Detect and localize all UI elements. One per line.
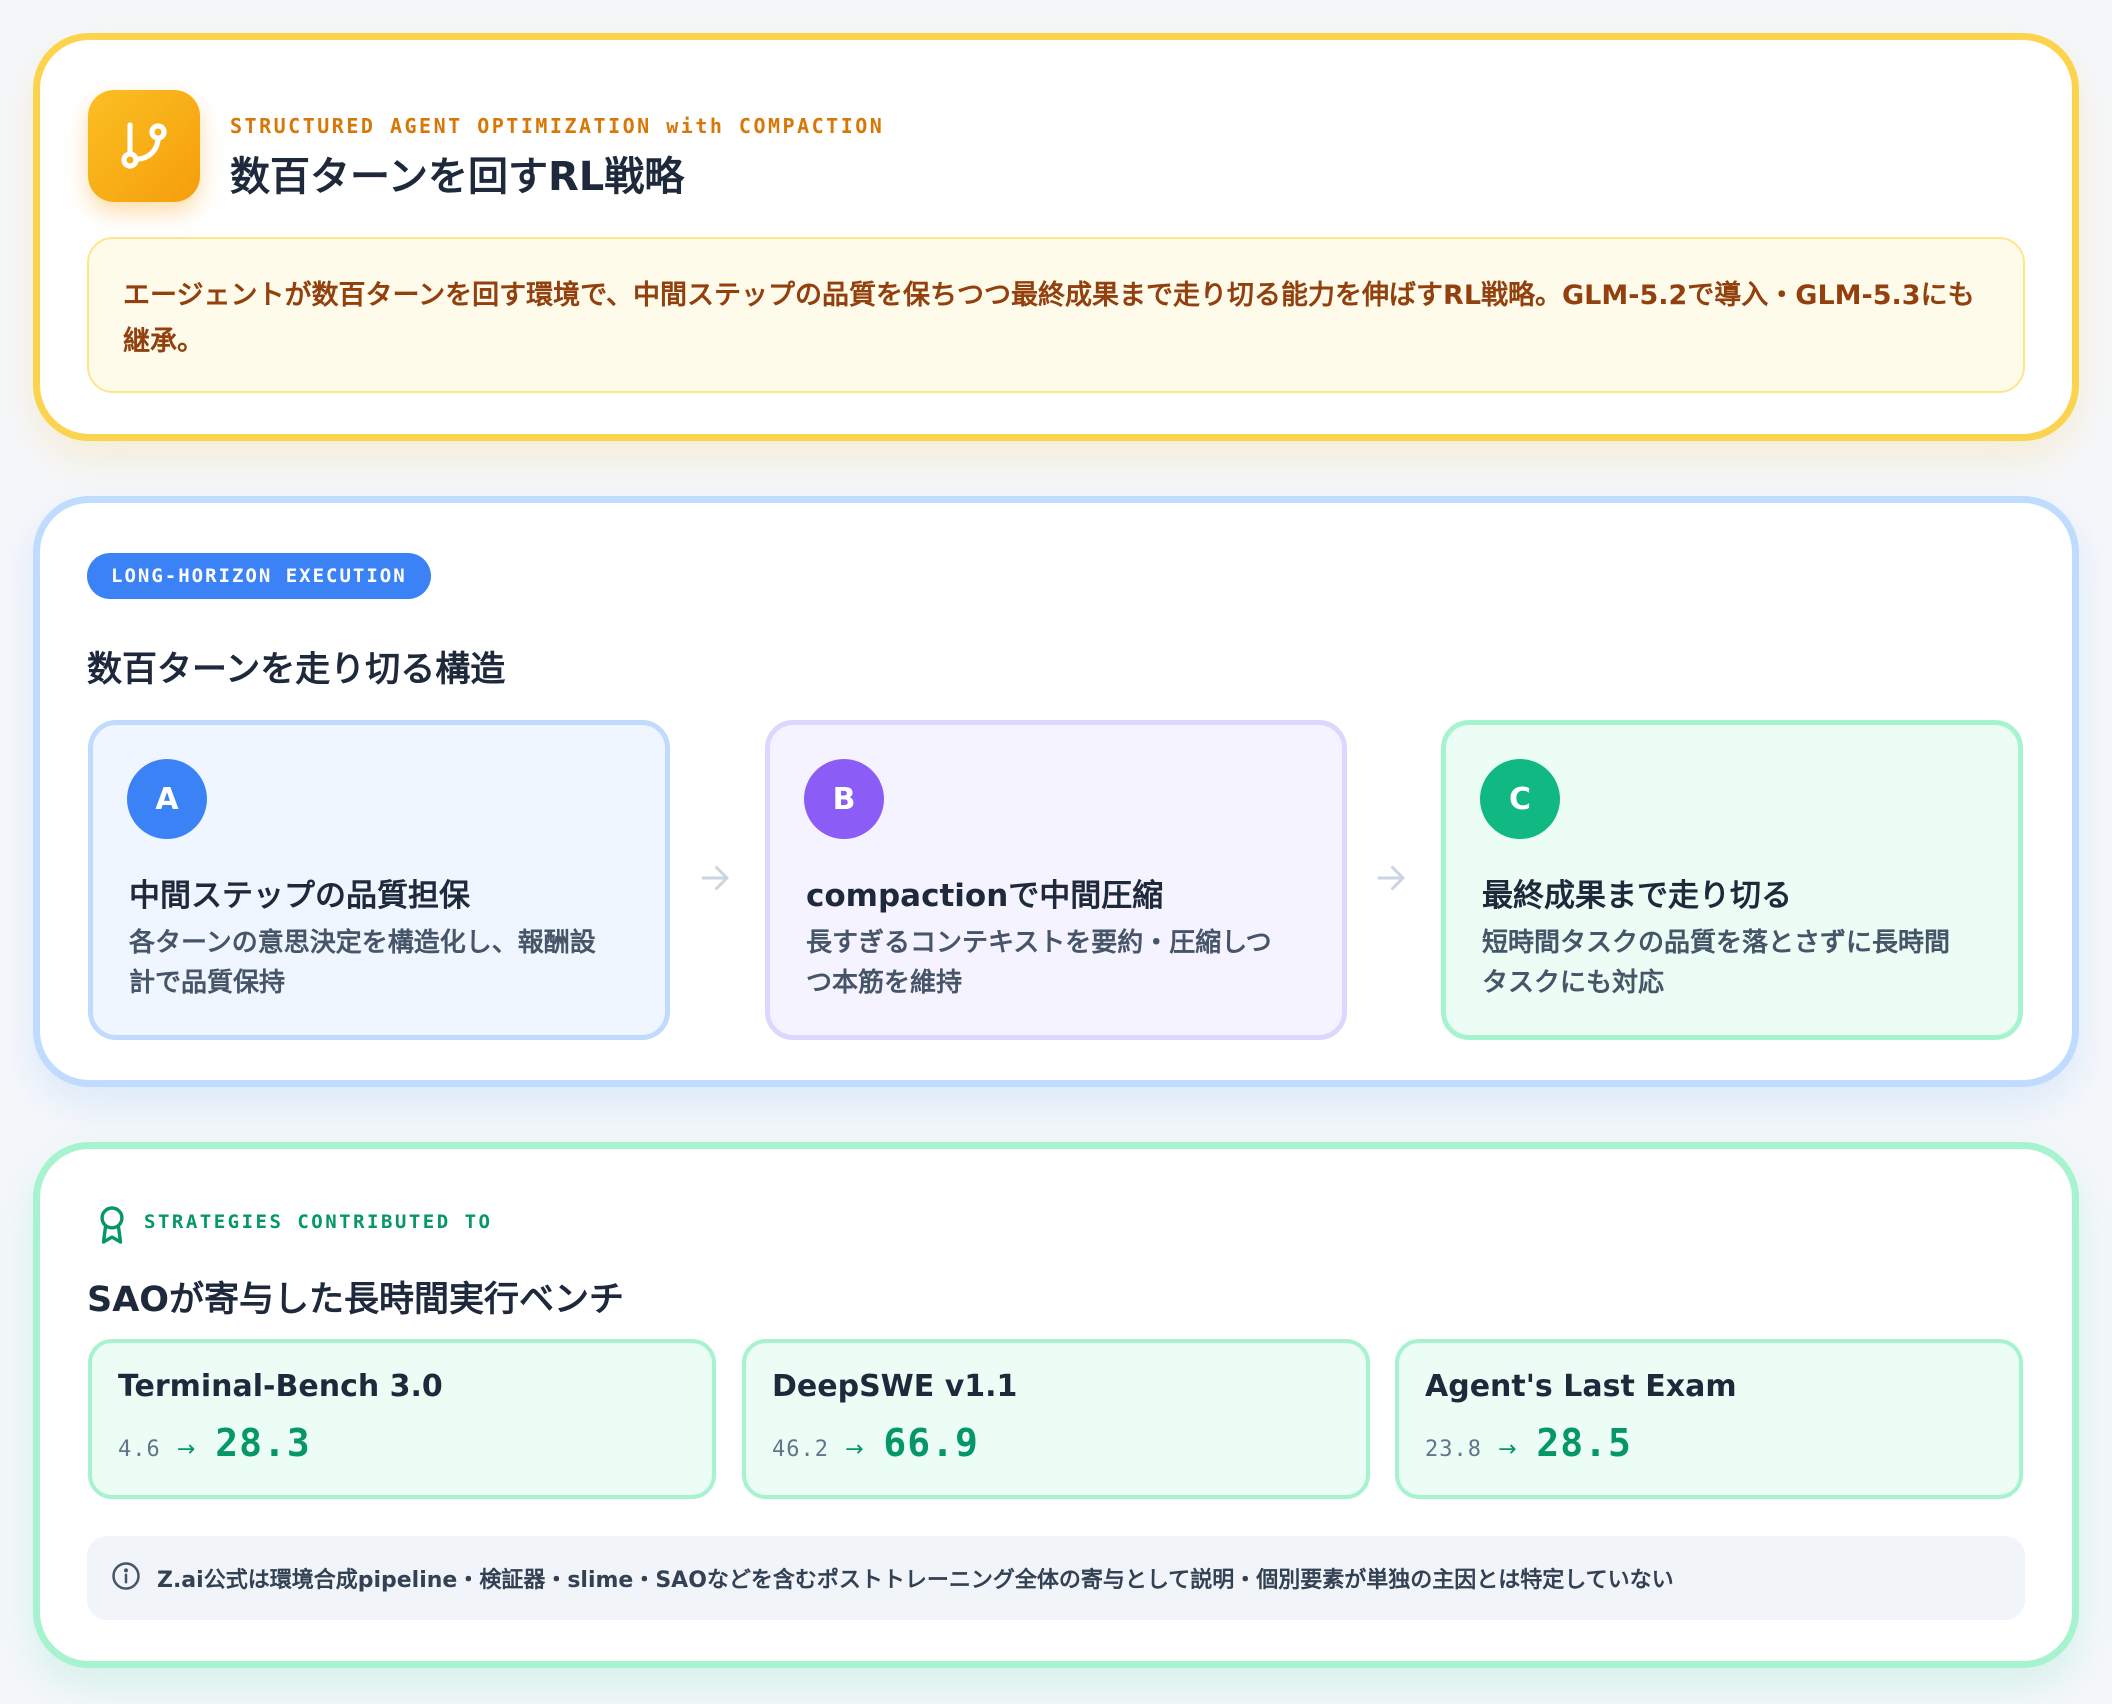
benchmark-name: Terminal-Bench 3.0 [118,1369,443,1404]
score-after: 28.5 [1536,1421,1632,1465]
benchmark-card: DeepSWE v1.1 46.2 → 66.9 [742,1339,1370,1499]
step-desc-a: 各ターンの意思決定を構造化し、報酬設計で品質保持 [129,928,596,998]
disclaimer-note: Z.ai公式は環境合成pipeline・検証器・slime・SAOなどを含むポス… [87,1536,2025,1620]
benchmark-scores: 23.8 → 28.5 [1425,1421,1632,1465]
arrow-right-icon: → [844,1437,864,1462]
step-badge-b: B [804,759,884,839]
arrow-right-icon [690,853,740,903]
step-title-c: 最終成果まで走り切る [1482,878,1792,914]
benchmark-card: Agent's Last Exam 23.8 → 28.5 [1395,1339,2023,1499]
step-title-a: 中間ステップの品質担保 [129,878,470,914]
git-branch-icon [88,90,200,202]
arrow-right-icon: → [176,1437,196,1462]
benchmarks-eyebrow: STRATEGIES CONTRIBUTED TO [144,1211,493,1233]
structure-card: LONG-HORIZON EXECUTION 数百ターンを走り切る構造 A 中間… [33,496,2079,1087]
info-icon [111,1561,141,1595]
benchmark-scores: 4.6 → 28.3 [118,1421,311,1465]
disclaimer-text: Z.ai公式は環境合成pipeline・検証器・slime・SAOなどを含むポス… [157,1568,1674,1593]
page-title: 数百ターンを回すRL戦略 [230,154,685,200]
score-before: 4.6 [118,1437,161,1462]
step-desc-c: 短時間タスクの品質を落とさずに長時間タスクにも対応 [1482,928,1951,998]
benchmark-card: Terminal-Bench 3.0 4.6 → 28.3 [88,1339,716,1499]
structure-tag: LONG-HORIZON EXECUTION [87,553,431,599]
arrow-right-icon [1366,853,1416,903]
step-badge-c: C [1480,759,1560,839]
score-after: 66.9 [883,1421,979,1465]
step-title-b: compactionで中間圧縮 [806,878,1164,914]
score-before: 23.8 [1425,1437,1482,1462]
benchmark-name: DeepSWE v1.1 [772,1369,1018,1404]
arrow-right-icon: → [1497,1437,1517,1462]
benchmarks-title: SAOが寄与した長時間実行ベンチ [87,1280,625,1320]
sao-overview-card: STRUCTURED AGENT OPTIMIZATION with COMPA… [33,33,2079,441]
step-badge-a: A [127,759,207,839]
benchmark-scores: 46.2 → 66.9 [772,1421,979,1465]
summary-box: エージェントが数百ターンを回す環境で、中間ステップの品質を保ちつつ最終成果まで走… [87,237,2025,393]
score-before: 46.2 [772,1437,829,1462]
step-card-b: B compactionで中間圧縮 長すぎるコンテキストを要約・圧縮しつつ本筋を… [765,720,1347,1040]
step-card-c: C 最終成果まで走り切る 短時間タスクの品質を落とさずに長時間タスクにも対応 [1441,720,2023,1040]
step-card-a: A 中間ステップの品質担保 各ターンの意思決定を構造化し、報酬設計で品質保持 [88,720,670,1040]
award-icon [95,1205,129,1249]
benchmark-name: Agent's Last Exam [1425,1369,1737,1404]
benchmarks-card: STRATEGIES CONTRIBUTED TO SAOが寄与した長時間実行ベ… [33,1142,2079,1668]
structure-title: 数百ターンを走り切る構造 [87,650,506,690]
step-desc-b: 長すぎるコンテキストを要約・圧縮しつつ本筋を維持 [806,928,1272,998]
overview-eyebrow: STRUCTURED AGENT OPTIMIZATION with COMPA… [230,114,885,138]
score-after: 28.3 [215,1421,311,1465]
